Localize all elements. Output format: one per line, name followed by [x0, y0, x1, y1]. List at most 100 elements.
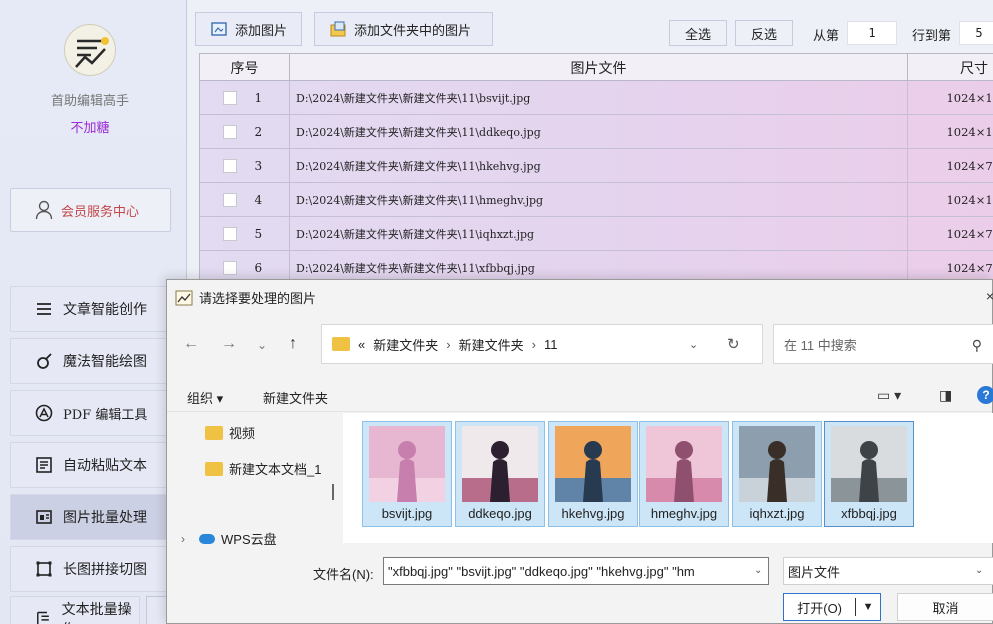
sidebar-item-long-image[interactable]: 长图拼接切图 [10, 546, 170, 592]
row-index-cell: 1 [200, 81, 290, 114]
row-size: 1024×10 [946, 90, 993, 105]
sidebar-item-pdf[interactable]: PDF 编辑工具 [10, 390, 170, 436]
sidebar-item-label: PDF 编辑工具 [63, 407, 148, 423]
image-thumbnail [555, 426, 631, 502]
file-name: hmeghv.jpg [650, 506, 718, 521]
image-batch-icon [36, 510, 52, 524]
tree-item-label: 新建文本文档_1 [229, 462, 322, 477]
search-icon[interactable]: ⚲ [972, 337, 982, 354]
table-row[interactable]: 3 D:\2024\新建文件夹\新建文件夹\11\hkehvg.jpg 1024×7… [200, 149, 993, 183]
invert-selection-button[interactable]: 反选 [735, 20, 793, 46]
user-icon [35, 200, 53, 220]
file-item[interactable]: xfbbqj.jpg [824, 421, 914, 527]
address-dropdown-icon[interactable]: ⌄ [689, 338, 698, 351]
column-header-index[interactable]: 序号 [200, 54, 290, 81]
row-checkbox[interactable] [222, 192, 237, 207]
open-options-dropdown-icon[interactable]: ▼ [856, 601, 880, 613]
table-row[interactable]: 5 D:\2024\新建文件夹\新建文件夹\11\iqhxzt.jpg 1024×7… [200, 217, 993, 251]
row-index-cell: 5 [200, 217, 290, 250]
folder-icon [205, 461, 223, 476]
column-header-file[interactable]: 图片文件 [290, 54, 908, 81]
row-checkbox[interactable] [222, 158, 237, 173]
forward-icon[interactable]: → [221, 335, 237, 353]
chevron-right-icon[interactable]: › [181, 532, 185, 546]
add-folder-images-button[interactable]: 添加文件夹中的图片 [314, 12, 493, 46]
image-thumbnail [369, 426, 445, 502]
tree-scrollbar[interactable] [332, 484, 334, 500]
pdf-icon [35, 404, 53, 422]
new-folder-button[interactable]: 新建文件夹 [263, 388, 328, 407]
back-icon[interactable]: ← [183, 335, 199, 353]
from-row-input[interactable]: 1 [847, 21, 897, 45]
member-center-button[interactable]: 会员服务中心 [10, 188, 171, 232]
search-input[interactable]: 在 11 中搜索 [773, 324, 993, 364]
recent-locations-icon[interactable]: ⌄ [257, 338, 267, 352]
file-item[interactable]: ddkeqo.jpg [455, 421, 545, 527]
file-item[interactable]: bsvijt.jpg [362, 421, 452, 527]
cancel-button[interactable]: 取消 [897, 593, 993, 621]
app-logo [64, 24, 116, 76]
tree-item-new-text-doc[interactable]: 新建文本文档_1 [205, 459, 321, 478]
row-checkbox[interactable] [222, 260, 237, 275]
column-header-size[interactable]: 尺寸 [908, 54, 993, 81]
sidebar-item-image-batch[interactable]: 图片批量处理 [10, 494, 170, 540]
add-folder-images-label: 添加文件夹中的图片 [354, 22, 472, 38]
row-checkbox[interactable] [222, 226, 237, 241]
tree-item-label: 视频 [229, 426, 256, 441]
row-index: 2 [254, 124, 263, 139]
add-image-icon [211, 22, 227, 36]
open-button[interactable]: 打开(O) ▼ [783, 593, 881, 621]
row-index-cell: 2 [200, 115, 290, 148]
table-row[interactable]: 4 D:\2024\新建文件夹\新建文件夹\11\hmeghv.jpg 1024×1… [200, 183, 993, 217]
image-thumbnail [462, 426, 538, 502]
row-checkbox[interactable] [222, 90, 237, 105]
close-icon[interactable]: × [986, 288, 993, 304]
file-name: iqhxzt.jpg [749, 506, 805, 521]
dialog-title-bar: 请选择要处理的图片 [175, 288, 316, 307]
add-image-button[interactable]: 添加图片 [195, 12, 302, 46]
file-item[interactable]: hmeghv.jpg [639, 421, 729, 527]
sidebar-item-text-batch[interactable]: 文本批量操作 [10, 596, 140, 624]
preview-pane-icon[interactable]: ◨ [939, 387, 952, 404]
chevron-right-icon: › [446, 336, 451, 352]
file-type-dropdown-icon[interactable]: ⌄ [975, 565, 983, 576]
breadcrumb-item[interactable]: 新建文件夹 [459, 335, 524, 354]
filename-input[interactable]: "xfbbqj.jpg" "bsvijt.jpg" "ddkeqo.jpg" "… [383, 557, 769, 585]
file-item[interactable]: hkehvg.jpg [548, 421, 638, 527]
sidebar-item-article[interactable]: 文章智能创作 [10, 286, 170, 332]
up-folder-icon[interactable]: ↑ [289, 335, 297, 353]
magic-wand-icon [37, 353, 52, 369]
row-index: 5 [254, 226, 263, 241]
view-options-icon[interactable]: ▭ ▾ [877, 387, 901, 404]
tree-item-label: WPS云盘 [221, 532, 277, 547]
image-thumbnail [831, 426, 907, 502]
row-size: 1024×76 [946, 158, 993, 173]
app-slogan: 不加糖 [70, 120, 110, 135]
breadcrumb-item[interactable]: 新建文件夹 [373, 335, 438, 354]
sidebar-item-drawing[interactable]: 魔法智能绘图 [10, 338, 170, 384]
filename-dropdown-icon[interactable]: ⌄ [754, 565, 762, 576]
refresh-icon[interactable]: ↻ [727, 335, 740, 353]
sidebar-item-paste[interactable]: 自动粘贴文本 [10, 442, 170, 488]
table-header: 序号 图片文件 尺寸 [200, 54, 993, 81]
path-overflow[interactable]: « [358, 337, 365, 352]
image-thumbnail [646, 426, 722, 502]
table-row[interactable]: 2 D:\2024\新建文件夹\新建文件夹\11\ddkeqo.jpg 1024×1… [200, 115, 993, 149]
tree-item-videos[interactable]: 视频 [205, 423, 255, 442]
breadcrumb-item[interactable]: 11 [544, 337, 558, 352]
member-center-label: 会员服务中心 [61, 203, 140, 219]
help-icon[interactable]: ? [977, 386, 993, 404]
chevron-right-icon: › [531, 336, 536, 352]
select-all-button[interactable]: 全选 [669, 20, 727, 46]
organize-menu[interactable]: 组织 ▾ [187, 388, 223, 407]
file-type-select[interactable]: 图片文件 [783, 557, 993, 585]
table-row[interactable]: 1 D:\2024\新建文件夹\新建文件夹\11\bsvijt.jpg 1024×1… [200, 81, 993, 115]
file-item[interactable]: iqhxzt.jpg [732, 421, 822, 527]
list-icon [37, 303, 51, 315]
row-checkbox[interactable] [222, 124, 237, 139]
to-row-input[interactable]: 5 [959, 21, 993, 45]
sidebar-extra-button[interactable] [146, 596, 168, 624]
tree-item-wps-cloud[interactable]: › WPS云盘 [181, 529, 277, 548]
row-index: 1 [254, 90, 263, 105]
row-file-path: D:\2024\新建文件夹\新建文件夹\11\hmeghv.jpg [290, 183, 908, 216]
